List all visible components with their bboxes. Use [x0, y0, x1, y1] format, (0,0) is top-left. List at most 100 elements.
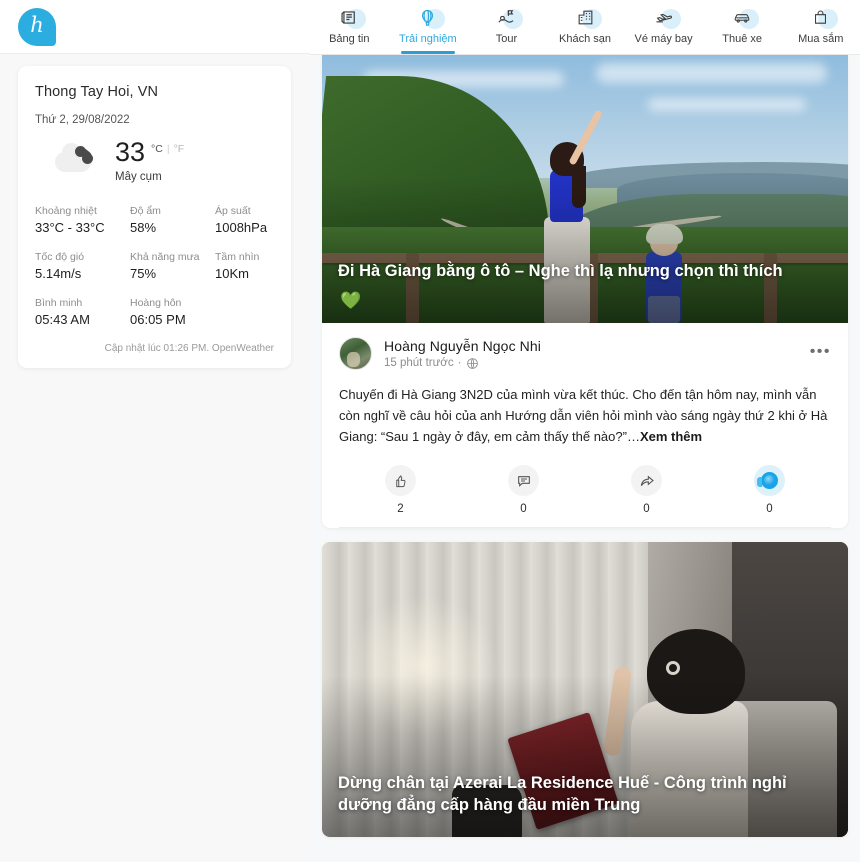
brand-logo-letter: h	[30, 13, 44, 37]
nav-item-ve-may-bay[interactable]: Vé máy bay	[624, 0, 703, 45]
weather-metric: Tốc độ gió 5.14m/s	[35, 251, 130, 281]
save-icon	[754, 465, 785, 497]
hero-reaction-badge: 💚	[340, 291, 362, 310]
shopping-bag-icon	[806, 4, 838, 31]
weather-date: Thứ 2, 29/08/2022	[35, 114, 130, 126]
brand-bar: h	[0, 0, 310, 54]
save-count: 0	[766, 503, 773, 516]
share-count: 0	[643, 503, 650, 516]
metric-value: 58%	[130, 219, 157, 235]
nav-label: Mua sắm	[798, 33, 844, 45]
meta-separator: ·	[457, 357, 462, 369]
like-count: 2	[397, 503, 404, 516]
top-navigation: Bảng tin Trải nghiệm Tour Khách sạn Vé m…	[310, 0, 860, 55]
post-hero-image[interactable]: Đi Hà Giang bằng ô tô – Nghe thì lạ nhưn…	[322, 55, 848, 323]
metric-label: Độ ẩm	[130, 204, 161, 217]
avatar[interactable]	[339, 337, 372, 370]
weather-current: 33 °C | °F Mây cụm	[35, 137, 274, 183]
tour-signpost-icon	[491, 4, 524, 31]
post-author-name[interactable]: Hoàng Nguyễn Ngọc Nhi	[384, 338, 541, 354]
left-sidebar: h Thong Tay Hoi, VN Thứ 2, 29/08/2022 33	[0, 0, 310, 862]
nav-label: Bảng tin	[329, 33, 370, 45]
weather-condition: Mây cụm	[115, 170, 162, 183]
metric-label: Hoàng hôn	[130, 296, 182, 309]
globe-icon	[466, 357, 479, 370]
active-tab-indicator	[400, 51, 456, 54]
airplane-icon	[649, 4, 681, 31]
nav-label: Trải nghiệm	[399, 33, 457, 45]
metric-value: 05:43 AM	[35, 311, 90, 327]
hotel-building-icon	[570, 4, 603, 31]
weather-city: Thong Tay Hoi, VN	[35, 84, 159, 100]
metric-value: 33°C - 33°C	[35, 219, 105, 235]
weather-metric: Khoảng nhiệt 33°C - 33°C	[35, 205, 130, 235]
nav-item-bang-tin[interactable]: Bảng tin	[310, 0, 389, 45]
weather-metrics: Khoảng nhiệt 33°C - 33°C Độ ẩm 58% Áp su…	[35, 205, 274, 327]
post-hero-title[interactable]: Đi Hà Giang bằng ô tô – Nghe thì lạ nhưn…	[338, 260, 832, 283]
metric-value: 10Km	[215, 265, 249, 281]
weather-metric-row: Khoảng nhiệt 33°C - 33°C Độ ẩm 58% Áp su…	[35, 205, 274, 235]
nav-label: Khách sạn	[559, 33, 612, 45]
metric-label: Khả năng mưa	[130, 250, 200, 263]
weather-metric-row: Bình minh 05:43 AM Hoàng hôn 06:05 PM	[35, 297, 274, 327]
weather-card: Thong Tay Hoi, VN Thứ 2, 29/08/2022 33 °…	[18, 66, 291, 368]
share-icon	[631, 465, 662, 497]
newspaper-icon	[334, 4, 367, 31]
post-feed[interactable]: Đi Hà Giang bằng ô tô – Nghe thì lạ nhưn…	[310, 55, 860, 862]
post-more-menu-button[interactable]: •••	[810, 343, 831, 361]
nav-label: Thuê xe	[722, 33, 763, 45]
comment-icon	[508, 465, 539, 497]
post-card: Dừng chân tại Azerai La Residence Huế - …	[322, 542, 848, 838]
weather-metric: Tầm nhìn 10Km	[215, 251, 259, 281]
broken-clouds-icon	[53, 140, 105, 180]
metric-value: 75%	[130, 265, 157, 281]
post-text-content: Chuyến đi Hà Giang 3N2D của mình vừa kết…	[339, 387, 828, 445]
post-timestamp: 15 phút trước	[384, 357, 454, 369]
share-button[interactable]: 0	[585, 465, 708, 515]
like-button[interactable]: 2	[339, 465, 462, 515]
see-more-link[interactable]: Xem thêm	[640, 429, 702, 444]
car-icon	[727, 4, 760, 31]
nav-item-trai-nghiem[interactable]: Trải nghiệm	[389, 0, 468, 45]
metric-label: Bình minh	[35, 296, 83, 309]
post-hero-image[interactable]: Dừng chân tại Azerai La Residence Huế - …	[322, 542, 848, 838]
post-text: Chuyến đi Hà Giang 3N2D của mình vừa kết…	[339, 384, 831, 447]
save-button[interactable]: 0	[708, 465, 831, 515]
post-hero-title[interactable]: Dừng chân tại Azerai La Residence Huế - …	[338, 772, 832, 818]
metric-value: 5.14m/s	[35, 265, 82, 281]
post-action-bar: 2 0 0 0	[339, 465, 831, 529]
main-column: Bảng tin Trải nghiệm Tour Khách sạn Vé m…	[310, 0, 860, 862]
nav-item-mua-sam[interactable]: Mua sắm	[781, 0, 860, 45]
unit-celsius[interactable]: °C	[151, 143, 163, 155]
weather-metric: Hoàng hôn 06:05 PM	[130, 297, 215, 327]
like-hand-icon	[385, 465, 416, 497]
nav-item-tour[interactable]: Tour	[467, 0, 546, 45]
post-card: Đi Hà Giang bằng ô tô – Nghe thì lạ nhưn…	[322, 55, 848, 529]
weather-unit-toggle[interactable]: °C | °F	[151, 140, 184, 155]
metric-value: 06:05 PM	[130, 311, 186, 327]
post-author-row: Hoàng Nguyễn Ngọc Nhi 15 phút trước · ••…	[339, 337, 831, 370]
metric-label: Tầm nhìn	[215, 250, 260, 263]
weather-metric-row: Tốc độ gió 5.14m/s Khả năng mưa 75% Tầm …	[35, 251, 274, 281]
nav-item-thue-xe[interactable]: Thuê xe	[703, 0, 782, 45]
nav-label: Tour	[495, 33, 518, 45]
metric-label: Khoảng nhiệt	[35, 204, 97, 217]
hot-air-balloon-icon	[413, 4, 445, 31]
app-root: h Thong Tay Hoi, VN Thứ 2, 29/08/2022 33	[0, 0, 860, 862]
weather-metric: Áp suất 1008hPa	[215, 205, 267, 235]
comment-button[interactable]: 0	[462, 465, 585, 515]
post-meta: 15 phút trước ·	[384, 357, 541, 370]
nav-label: Vé máy bay	[634, 33, 693, 45]
metric-label: Tốc độ gió	[35, 250, 85, 263]
weather-temperature: 33	[115, 137, 146, 167]
weather-metric: Bình minh 05:43 AM	[35, 297, 130, 327]
unit-fahrenheit[interactable]: °F	[174, 143, 185, 155]
comment-count: 0	[520, 503, 527, 516]
nav-item-khach-san[interactable]: Khách sạn	[546, 0, 625, 45]
weather-metric: Độ ẩm 58%	[130, 205, 215, 235]
weather-metric: Khả năng mưa 75%	[130, 251, 215, 281]
post-body: Hoàng Nguyễn Ngọc Nhi 15 phút trước · ••…	[322, 323, 848, 529]
brand-logo[interactable]: h	[18, 7, 56, 46]
weather-updated-text: Cập nhật lúc 01:26 PM. OpenWeather	[104, 342, 274, 354]
metric-value: 1008hPa	[215, 219, 268, 235]
